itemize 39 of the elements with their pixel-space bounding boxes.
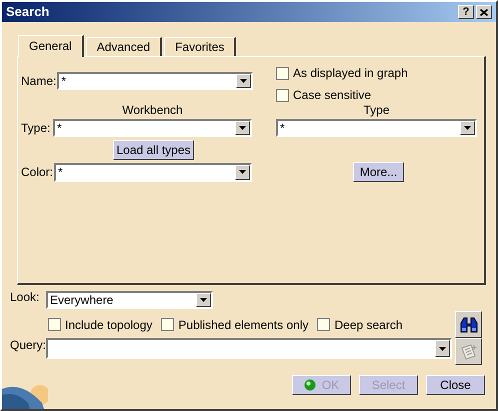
field-label: Color: [21, 164, 54, 181]
button[interactable]: More... [353, 162, 404, 182]
column-heading: Type [363, 102, 390, 119]
caret-icon [439, 346, 446, 350]
column-heading: Workbench [122, 102, 183, 119]
dropdown-field[interactable]: * [276, 119, 477, 137]
checkbox[interactable]: Deep search [317, 316, 403, 334]
checkbox[interactable]: Published elements only [161, 316, 308, 334]
dropdown-field[interactable]: * [57, 72, 254, 90]
dropdown-field[interactable]: * [54, 162, 252, 182]
binoculars-icon [460, 317, 477, 332]
button[interactable]: Load all types [113, 140, 194, 160]
dropdown-field[interactable]: Everywhere [46, 291, 213, 309]
tab[interactable]: General [18, 35, 84, 57]
button[interactable]: Close [426, 375, 485, 395]
checkbox[interactable]: Case sensitive [276, 86, 408, 104]
close-icon [480, 8, 488, 16]
tab[interactable]: Advanced [86, 37, 162, 56]
search-button[interactable] [455, 311, 482, 338]
field-label: Type: [21, 120, 52, 137]
status-light-icon [304, 379, 316, 391]
checkbox[interactable]: Include topology [48, 316, 152, 334]
field-label: Look: [10, 291, 40, 303]
caret-icon [240, 79, 248, 83]
globe-icon [2, 385, 48, 409]
document-icon [460, 344, 476, 360]
caret-icon [464, 126, 471, 130]
tab[interactable]: Favorites [164, 37, 236, 56]
close-button[interactable] [476, 5, 492, 19]
window-title: Search [6, 3, 50, 22]
caret-icon [239, 170, 246, 174]
checkbox[interactable]: As displayed in graph [276, 64, 408, 82]
field-label: Query: [10, 338, 46, 352]
help-button[interactable]: ? [458, 5, 474, 19]
dropdown-field[interactable] [46, 338, 452, 359]
caret-icon [239, 126, 246, 130]
field-label: Name: [21, 73, 58, 90]
caret-icon [200, 298, 207, 302]
dropdown-field[interactable]: * [53, 119, 252, 137]
